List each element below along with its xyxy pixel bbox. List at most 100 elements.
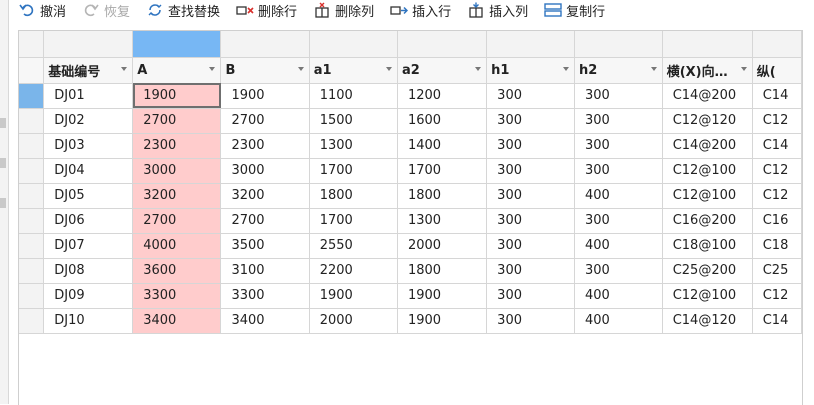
table-cell[interactable]: 300: [486, 83, 575, 109]
table-cell[interactable]: C25: [752, 258, 802, 284]
row-header[interactable]: [19, 308, 45, 334]
table-cell[interactable]: 1800: [397, 183, 488, 209]
table-cell[interactable]: 3000: [132, 158, 222, 184]
column-letter-header[interactable]: [309, 31, 398, 58]
table-cell[interactable]: 1900: [220, 83, 310, 109]
table-cell[interactable]: 300: [574, 108, 663, 134]
table-row[interactable]: DJ07 4000 3500 2550 2000 300 400 C18@100 C18: [19, 233, 802, 259]
delete-row-button[interactable]: 删除行: [236, 1, 297, 20]
table-cell[interactable]: 3200: [132, 183, 222, 209]
table-cell[interactable]: 2700: [132, 108, 222, 134]
table-cell[interactable]: 1200: [397, 83, 488, 109]
table-cell[interactable]: 400: [574, 308, 663, 334]
table-cell[interactable]: DJ01: [43, 83, 134, 109]
table-cell[interactable]: C12: [752, 283, 802, 309]
table-row[interactable]: DJ01 1900 1900 1100 1200 300 300 C14@200 C14: [19, 83, 802, 109]
table-cell[interactable]: DJ02: [43, 108, 134, 134]
table-cell[interactable]: 300: [486, 108, 575, 134]
table-cell[interactable]: 2000: [309, 308, 398, 334]
column-header[interactable]: B: [220, 57, 310, 84]
row-header-corner[interactable]: [19, 57, 45, 84]
table-cell[interactable]: 3300: [132, 283, 222, 309]
column-letter-header[interactable]: [752, 31, 802, 58]
table-cell[interactable]: 3500: [220, 233, 310, 259]
table-cell[interactable]: C12@100: [662, 158, 753, 184]
row-header[interactable]: [19, 233, 45, 259]
table-cell[interactable]: 400: [574, 183, 663, 209]
table-row[interactable]: DJ10 3400 3400 2000 1900 300 400 C14@120 C14: [19, 308, 802, 334]
table-cell[interactable]: 2300: [220, 133, 310, 159]
table-cell[interactable]: DJ10: [43, 308, 134, 334]
table-cell[interactable]: 400: [574, 283, 663, 309]
table-cell[interactable]: 1900: [397, 308, 488, 334]
table-cell[interactable]: C12@100: [662, 183, 753, 209]
table-cell[interactable]: 2700: [132, 208, 222, 234]
table-cell[interactable]: 1400: [397, 133, 488, 159]
column-header[interactable]: a1: [309, 57, 398, 84]
row-header[interactable]: [19, 108, 45, 134]
column-header[interactable]: 纵(: [752, 57, 802, 84]
table-cell[interactable]: 1700: [397, 158, 488, 184]
table-cell[interactable]: DJ03: [43, 133, 134, 159]
find-replace-button[interactable]: 查找替换: [146, 1, 220, 20]
table-cell[interactable]: 1800: [309, 183, 398, 209]
table-cell[interactable]: 1100: [309, 83, 398, 109]
copy-row-button[interactable]: 复制行: [544, 1, 605, 20]
table-cell[interactable]: C14@200: [662, 83, 753, 109]
column-header[interactable]: a2: [397, 57, 488, 84]
table-cell[interactable]: 400: [574, 233, 663, 259]
table-cell[interactable]: 3100: [220, 258, 310, 284]
table-cell[interactable]: 300: [574, 208, 663, 234]
table-cell[interactable]: 3400: [132, 308, 222, 334]
table-cell[interactable]: 2550: [309, 233, 398, 259]
insert-row-button[interactable]: 插入行: [390, 1, 451, 20]
table-cell[interactable]: 2700: [220, 208, 310, 234]
table-cell[interactable]: 3200: [220, 183, 310, 209]
column-header[interactable]: A: [132, 57, 222, 84]
column-header[interactable]: 横(X)向…: [662, 57, 753, 84]
table-cell[interactable]: 1900: [132, 83, 222, 109]
table-cell[interactable]: 300: [486, 258, 575, 284]
row-header[interactable]: [19, 158, 45, 184]
table-row[interactable]: DJ04 3000 3000 1700 1700 300 300 C12@100 C12: [19, 158, 802, 184]
table-cell[interactable]: C18@100: [662, 233, 753, 259]
table-cell[interactable]: 3600: [132, 258, 222, 284]
column-header[interactable]: h1: [486, 57, 575, 84]
table-cell[interactable]: 300: [486, 133, 575, 159]
row-header[interactable]: [19, 183, 45, 209]
table-cell[interactable]: 1900: [397, 283, 488, 309]
table-cell[interactable]: 300: [486, 208, 575, 234]
row-header[interactable]: [19, 83, 45, 109]
table-cell[interactable]: C12: [752, 158, 802, 184]
table-cell[interactable]: 1800: [397, 258, 488, 284]
table-cell[interactable]: 300: [574, 133, 663, 159]
filter-dropdown-icon[interactable]: [209, 66, 216, 71]
column-letter-header[interactable]: [132, 31, 222, 58]
table-row[interactable]: DJ02 2700 2700 1500 1600 300 300 C12@120 C12: [19, 108, 802, 134]
table-cell[interactable]: 1500: [309, 108, 398, 134]
table-cell[interactable]: C12: [752, 183, 802, 209]
table-cell[interactable]: DJ04: [43, 158, 134, 184]
table-cell[interactable]: 2200: [309, 258, 398, 284]
column-letter-header[interactable]: [220, 31, 310, 58]
table-row[interactable]: DJ03 2300 2300 1300 1400 300 300 C14@200 C14: [19, 133, 802, 159]
row-header[interactable]: [19, 208, 45, 234]
filter-dropdown-icon[interactable]: [385, 66, 392, 71]
table-cell[interactable]: C18: [752, 233, 802, 259]
table-cell[interactable]: 300: [574, 158, 663, 184]
column-letter-header[interactable]: [43, 31, 134, 58]
table-cell[interactable]: 300: [486, 183, 575, 209]
table-cell[interactable]: C25@200: [662, 258, 753, 284]
table-cell[interactable]: 3300: [220, 283, 310, 309]
table-cell[interactable]: 1700: [309, 158, 398, 184]
table-cell[interactable]: C14: [752, 133, 802, 159]
column-header[interactable]: 基础编号: [43, 57, 134, 84]
table-cell[interactable]: C14@200: [662, 133, 753, 159]
table-cell[interactable]: C12: [752, 108, 802, 134]
table-cell[interactable]: 2300: [132, 133, 222, 159]
column-letter-header[interactable]: [662, 31, 753, 58]
table-cell[interactable]: DJ06: [43, 208, 134, 234]
table-cell[interactable]: 300: [486, 233, 575, 259]
column-letter-header[interactable]: [397, 31, 488, 58]
table-cell[interactable]: 1300: [309, 133, 398, 159]
